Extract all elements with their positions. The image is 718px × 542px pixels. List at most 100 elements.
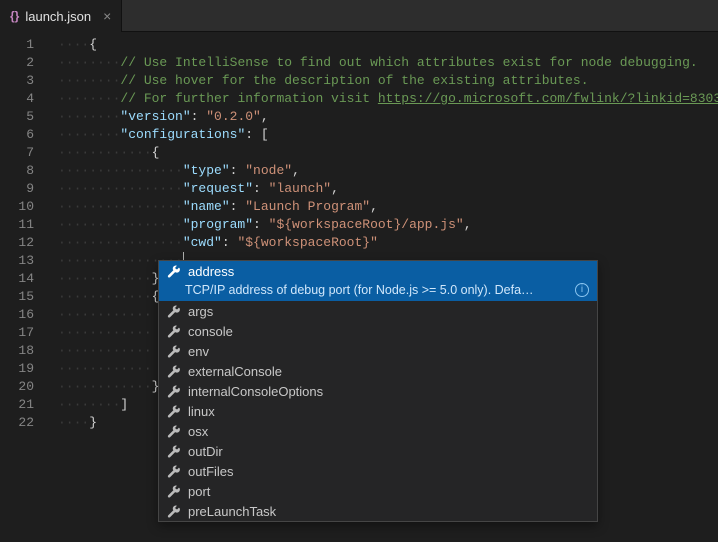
code-content[interactable]: ········// Use hover for the description… [48,72,589,90]
suggest-item-linux[interactable]: linux [159,401,597,421]
wrench-icon [167,425,180,438]
suggest-item-console[interactable]: console [159,321,597,341]
suggest-item-address[interactable]: address [159,261,597,281]
code-content[interactable]: ········"version": "0.2.0", [48,108,269,126]
line-number: 18 [0,342,48,360]
line-number: 6 [0,126,48,144]
code-content[interactable]: ········] [48,396,128,414]
code-line[interactable]: 7············{ [0,144,718,162]
suggest-item-internalConsoleOptions[interactable]: internalConsoleOptions [159,381,597,401]
suggest-item-label: outFiles [188,464,234,479]
tab-bar-empty [122,0,718,32]
tab-bar: {} launch.json × [0,0,718,32]
suggest-doc-text: TCP/IP address of debug port (for Node.j… [185,283,534,297]
code-content[interactable]: ····{ [48,36,97,54]
code-line[interactable]: 10················"name": "Launch Progra… [0,198,718,216]
line-number: 2 [0,54,48,72]
line-number: 13 [0,252,48,270]
code-content[interactable]: ············}, [48,270,167,288]
line-number: 8 [0,162,48,180]
suggest-item-label: externalConsole [188,364,282,379]
json-file-icon: {} [10,9,19,23]
suggest-item-label: internalConsoleOptions [188,384,323,399]
suggest-doc: TCP/IP address of debug port (for Node.j… [159,281,597,301]
suggest-item-outFiles[interactable]: outFiles [159,461,597,481]
code-line[interactable]: 9················"request": "launch", [0,180,718,198]
code-line[interactable]: 6········"configurations": [ [0,126,718,144]
wrench-icon [167,365,180,378]
wrench-icon [167,345,180,358]
wrench-icon [167,405,180,418]
suggest-item-externalConsole[interactable]: externalConsole [159,361,597,381]
suggest-item-env[interactable]: env [159,341,597,361]
code-line[interactable]: 5········"version": "0.2.0", [0,108,718,126]
wrench-icon [167,325,180,338]
code-content[interactable]: ············} [48,378,159,396]
suggest-item-label: outDir [188,444,223,459]
code-content[interactable]: ············ [48,306,152,324]
suggest-item-osx[interactable]: osx [159,421,597,441]
suggest-item-label: preLaunchTask [188,504,276,519]
line-number: 21 [0,396,48,414]
tab-filename: launch.json [25,9,91,24]
line-number: 20 [0,378,48,396]
code-line[interactable]: 4········// For further information visi… [0,90,718,108]
code-line[interactable]: 1····{ [0,36,718,54]
suggest-item-label: address [188,264,234,279]
wrench-icon [167,465,180,478]
code-content[interactable]: ················"name": "Launch Program"… [48,198,378,216]
code-line[interactable]: 12················"cwd": "${workspaceRoo… [0,234,718,252]
line-number: 5 [0,108,48,126]
wrench-icon [167,485,180,498]
line-number: 22 [0,414,48,432]
code-content[interactable]: ············ [48,360,152,378]
suggest-item-args[interactable]: args [159,301,597,321]
suggest-item-label: port [188,484,210,499]
line-number: 14 [0,270,48,288]
wrench-icon [167,505,180,518]
line-number: 12 [0,234,48,252]
line-number: 11 [0,216,48,234]
code-content[interactable]: ············{ [48,144,159,162]
code-line[interactable]: 2········// Use IntelliSense to find out… [0,54,718,72]
code-content[interactable]: ····} [48,414,97,432]
wrench-icon [167,445,180,458]
line-number: 4 [0,90,48,108]
line-number: 7 [0,144,48,162]
suggest-item-outDir[interactable]: outDir [159,441,597,461]
code-content[interactable]: ············ [48,324,152,342]
code-line[interactable]: 11················"program": "${workspac… [0,216,718,234]
code-content[interactable]: ········"configurations": [ [48,126,269,144]
line-number: 10 [0,198,48,216]
suggest-item-label: console [188,324,233,339]
line-number: 3 [0,72,48,90]
code-content[interactable]: ················"type": "node", [48,162,300,180]
line-number: 16 [0,306,48,324]
close-icon[interactable]: × [103,8,111,24]
code-content[interactable]: ················"program": "${workspaceR… [48,216,472,234]
code-content[interactable]: ········// For further information visit… [48,90,718,108]
code-content[interactable]: ················"cwd": "${workspaceRoot}… [48,234,378,252]
suggest-item-label: env [188,344,209,359]
info-icon[interactable]: i [575,283,589,297]
code-line[interactable]: 8················"type": "node", [0,162,718,180]
suggest-item-label: osx [188,424,208,439]
suggest-item-port[interactable]: port [159,481,597,501]
code-content[interactable]: ················"request": "launch", [48,180,339,198]
wrench-icon [167,305,180,318]
code-content[interactable]: ············{ [48,288,159,306]
line-number: 19 [0,360,48,378]
line-number: 17 [0,324,48,342]
wrench-icon [167,385,180,398]
suggest-item-label: args [188,304,213,319]
suggest-item-preLaunchTask[interactable]: preLaunchTask [159,501,597,521]
suggest-item-label: linux [188,404,215,419]
line-number: 15 [0,288,48,306]
tab-launch-json[interactable]: {} launch.json × [0,0,122,32]
code-content[interactable]: ············ [48,342,152,360]
code-line[interactable]: 3········// Use hover for the descriptio… [0,72,718,90]
wrench-icon [167,265,180,278]
intellisense-popup[interactable]: address TCP/IP address of debug port (for… [158,260,598,522]
line-number: 1 [0,36,48,54]
code-content[interactable]: ········// Use IntelliSense to find out … [48,54,698,72]
